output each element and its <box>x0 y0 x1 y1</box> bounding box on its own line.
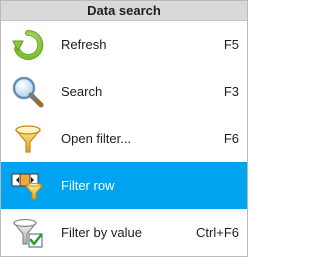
menu-item-shortcut: F5 <box>223 37 239 52</box>
menu-item-shortcut: F6 <box>223 131 239 146</box>
menu-items: Refresh F5 Search F3 Open filter... F6 F… <box>1 21 247 256</box>
menu-item-search[interactable]: Search F3 <box>1 68 247 115</box>
filter-by-value-icon <box>9 214 47 252</box>
menu-item-shortcut: F3 <box>223 84 239 99</box>
refresh-icon <box>9 26 47 64</box>
magnifier-icon <box>9 73 47 111</box>
menu-item-label: Filter by value <box>61 225 142 240</box>
menu-item-label: Open filter... <box>61 131 132 146</box>
menu-title: Data search <box>1 1 247 21</box>
menu-item-label: Filter row <box>61 178 115 193</box>
menu-item-open-filter[interactable]: Open filter... F6 <box>1 115 247 162</box>
data-search-menu: Data search Refresh F5 Search F3 Open fi… <box>0 0 248 257</box>
menu-item-label: Search <box>61 84 103 99</box>
menu-item-label: Refresh <box>61 37 107 52</box>
funnel-icon <box>9 120 47 158</box>
menu-item-shortcut: Ctrl+F6 <box>196 225 239 240</box>
menu-item-filter-by-value[interactable]: Filter by value Ctrl+F6 <box>1 209 247 256</box>
menu-item-refresh[interactable]: Refresh F5 <box>1 21 247 68</box>
menu-item-filter-row[interactable]: Filter row <box>1 162 247 209</box>
filter-row-icon <box>9 167 47 205</box>
